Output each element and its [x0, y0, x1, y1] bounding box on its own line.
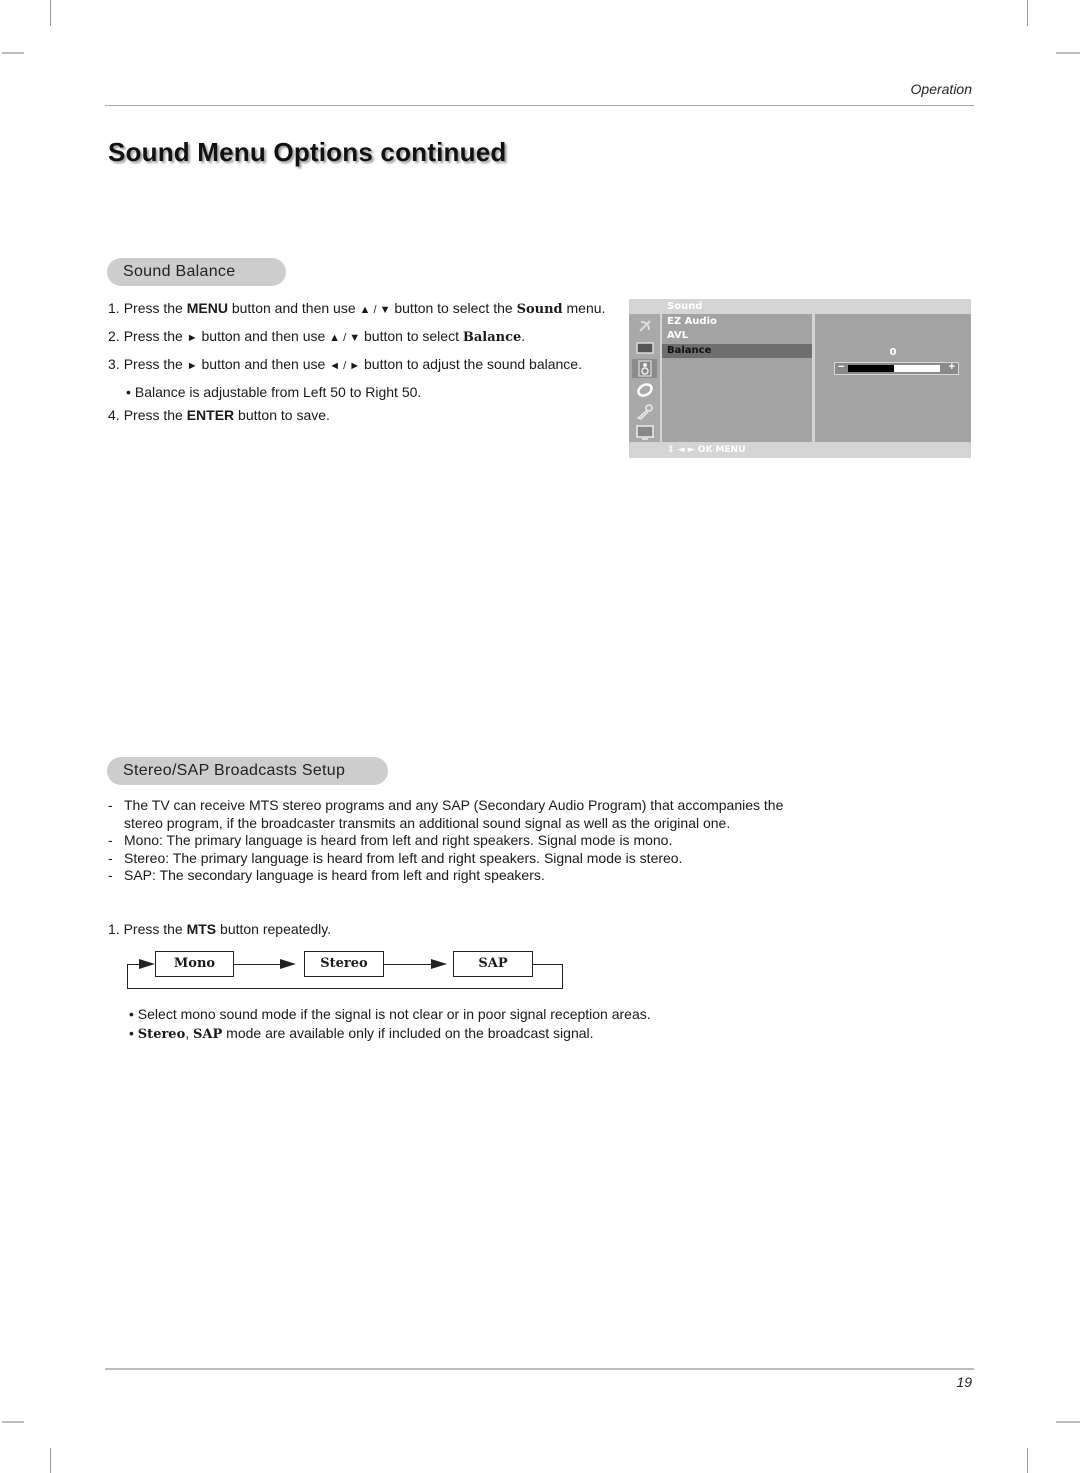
- osd-item-balance[interactable]: Balance: [662, 344, 812, 358]
- loop-line: [562, 964, 563, 989]
- step-item: 3. Press the ► button and then use ◄ / ► …: [108, 356, 582, 372]
- footer-rule: [105, 1368, 974, 1370]
- speaker-icon: [632, 359, 657, 378]
- description-item: - Mono: The primary language is heard fro…: [108, 832, 673, 848]
- osd-title: Sound: [667, 301, 703, 312]
- arrow-buttons-icon: ►: [186, 360, 198, 372]
- step-number: 1.: [108, 300, 120, 316]
- arrow-icon: [139, 959, 155, 969]
- pc-monitor-icon: [632, 423, 657, 442]
- arrow-line: [127, 964, 139, 965]
- stereo-sap-heading: Stereo/SAP Broadcasts Setup: [107, 757, 388, 785]
- arrow-buttons-icon: ►: [186, 332, 198, 344]
- balance-value: 0: [889, 347, 897, 358]
- step-item: 4. Press the ENTER button to save.: [108, 407, 330, 423]
- mode-box-sap: SAP: [453, 951, 533, 977]
- step-text: Balance: [462, 330, 522, 345]
- step-text: button to select: [360, 328, 463, 344]
- arrow-buttons-icon: ▲ / ▼: [359, 304, 391, 316]
- step-item: 1. Press the MENU button and then use ▲ /…: [108, 300, 605, 317]
- page-number: 19: [956, 1374, 972, 1390]
- osd-footer: ⇕ ◄ ► OK MENU: [667, 442, 746, 458]
- balance-slider[interactable]: − +: [834, 361, 959, 375]
- satellite-dish-icon: [632, 316, 657, 335]
- mode-box-mono: Mono: [155, 951, 234, 977]
- step-text: button to save.: [234, 407, 330, 423]
- header-rule: [105, 105, 974, 106]
- crop-mark: [2, 52, 24, 54]
- loop-line: [533, 964, 563, 965]
- sound-balance-heading: Sound Balance: [107, 258, 286, 286]
- step-text: .: [521, 328, 526, 344]
- step-item: 2. Press the ► button and then use ▲ / ▼ …: [108, 328, 525, 345]
- arrow-icon: [431, 959, 447, 969]
- step-text: Press the: [123, 328, 187, 344]
- step-text: MENU: [186, 300, 228, 316]
- arrow-icon: [280, 959, 296, 969]
- step-text: button to adjust the sound balance.: [360, 356, 582, 372]
- loop-line: [127, 988, 563, 989]
- mts-step: 1. Press the MTS button repeatedly.: [108, 921, 332, 937]
- crop-mark: [1027, 1448, 1028, 1473]
- step-number: 3.: [108, 356, 120, 372]
- arrow-line: [234, 964, 280, 965]
- osd-item-ez-audio[interactable]: EZ Audio: [667, 315, 717, 329]
- description-item-continued: stereo program, if the broadcaster trans…: [124, 814, 731, 831]
- description-item: - SAP: The secondary language is heard fr…: [108, 867, 545, 883]
- step-text: button and then use: [197, 328, 330, 344]
- step-text: ENTER: [186, 407, 235, 423]
- page-title: Sound Menu Options continued: [108, 137, 507, 167]
- osd-icon-bar: [629, 314, 660, 442]
- arrow-line: [384, 964, 431, 965]
- step-text: menu.: [562, 300, 606, 316]
- crop-mark: [2, 1421, 24, 1423]
- minus-icon: −: [838, 361, 845, 373]
- step-text: Press the: [123, 356, 187, 372]
- time-icon: [632, 380, 657, 399]
- stereo-sap-descriptions: - The TV can receive MTS stereo programs …: [108, 797, 783, 885]
- step-text: Press the: [123, 407, 187, 423]
- crop-mark: [50, 1448, 51, 1473]
- step-text: button and then use: [197, 356, 330, 372]
- step-text: button and then use: [227, 300, 360, 316]
- loop-line: [127, 964, 128, 989]
- osd-value-panel: 0 − +: [815, 314, 971, 442]
- mts-mode-cycle-diagram: Mono Stereo SAP: [127, 951, 567, 991]
- balance-slider-fill: [848, 365, 894, 372]
- step-number: •: [126, 384, 131, 400]
- arrow-buttons-icon: ▲ / ▼: [329, 332, 361, 344]
- step-text: Balance is adjustable from Left 50 to Ri…: [134, 384, 422, 400]
- note-item: • Stereo, SAP mode are available only if…: [129, 1025, 594, 1042]
- tv-osd-menu: Sound EZ Audio AVL Balance 0 − + ⇕ ◄ ► O…: [629, 299, 971, 458]
- osd-menu-list: EZ Audio AVL Balance: [662, 314, 812, 442]
- up-down-icon: ⇕: [667, 445, 675, 455]
- crop-mark: [1056, 52, 1080, 54]
- osd-footer-hints: ◄ ► OK MENU: [677, 445, 746, 455]
- step-text: Sound: [516, 302, 563, 317]
- crop-mark: [1056, 1421, 1080, 1423]
- crop-mark: [50, 0, 51, 26]
- stereo-sap-notes: • Select mono sound mode if the signal i…: [129, 1005, 651, 1044]
- step-text: button to select the: [390, 300, 517, 316]
- picture-icon: [632, 338, 657, 357]
- section-label: Operation: [910, 81, 972, 97]
- step-item: • Balance is adjustable from Left 50 to R…: [126, 384, 421, 400]
- step-number: 2.: [108, 328, 120, 344]
- crop-mark: [1027, 0, 1028, 26]
- step-number: 4.: [108, 407, 120, 423]
- balance-slider-track: [848, 365, 940, 372]
- osd-item-avl[interactable]: AVL: [667, 329, 688, 343]
- step-text: Press the: [123, 300, 187, 316]
- description-item: - Stereo: The primary language is heard f…: [108, 849, 683, 866]
- key-lock-icon: [632, 402, 657, 421]
- arrow-buttons-icon: ◄ / ►: [329, 360, 361, 372]
- note-item: • Select mono sound mode if the signal i…: [129, 1006, 651, 1022]
- description-item: - The TV can receive MTS stereo programs …: [108, 797, 784, 813]
- plus-icon: +: [948, 361, 955, 373]
- mode-box-stereo: Stereo: [304, 951, 384, 977]
